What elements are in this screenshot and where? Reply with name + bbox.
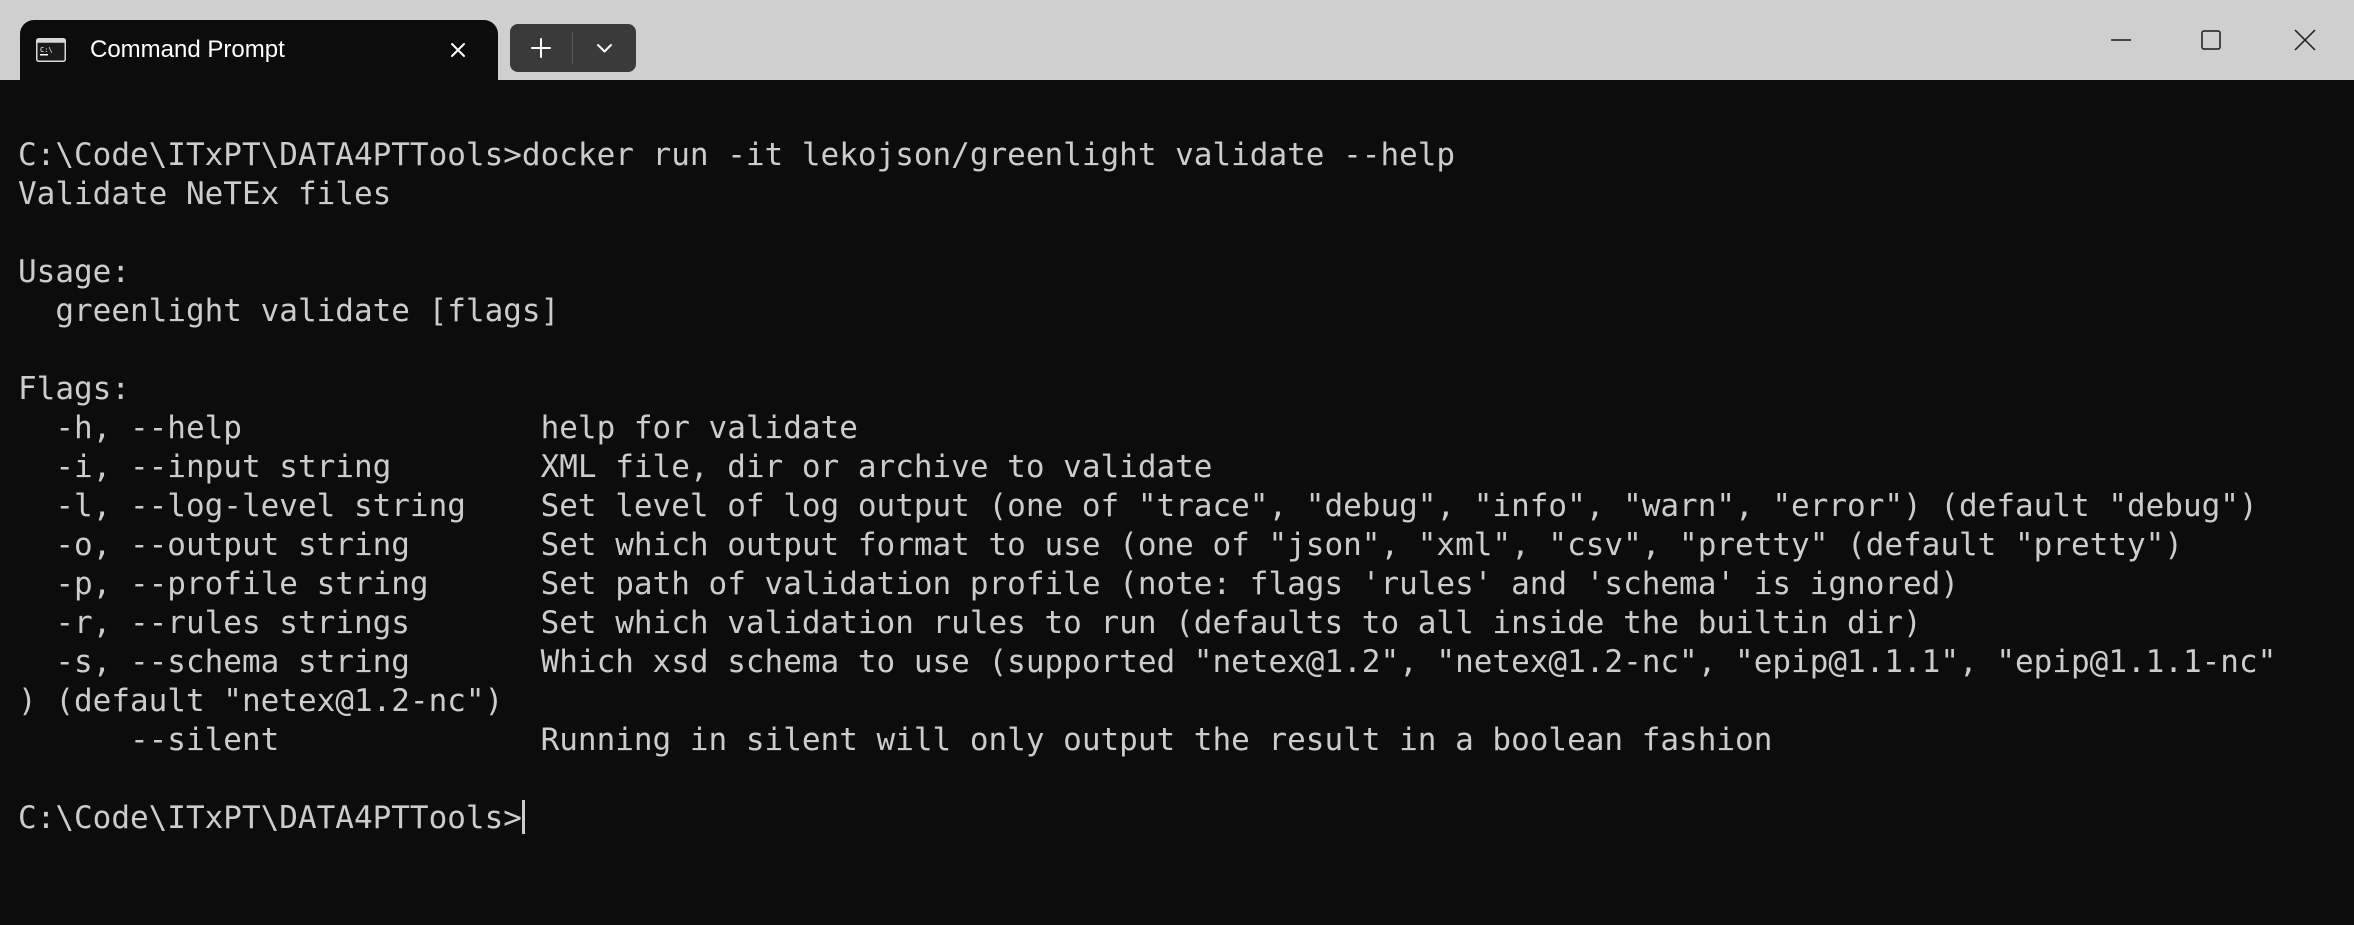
terminal-prompt-line[interactable]: C:\Code\ITxPT\DATA4PTTools> (18, 799, 525, 838)
terminal-window: C:\ Command Prompt C:\Code\ITxPT\DATA4PT… (0, 0, 2354, 925)
terminal-output[interactable]: C:\Code\ITxPT\DATA4PTTools>docker run -i… (0, 80, 2354, 925)
close-icon (451, 43, 465, 57)
terminal-line: greenlight validate [flags] (18, 293, 560, 329)
new-tab-group (510, 24, 636, 72)
tab-dropdown-button[interactable] (573, 24, 636, 72)
minimize-icon (2111, 39, 2131, 41)
terminal-prompt: C:\Code\ITxPT\DATA4PTTools> (18, 800, 522, 836)
tab-command-prompt[interactable]: C:\ Command Prompt (20, 20, 498, 80)
terminal-line: --silent Running in silent will only out… (18, 722, 1773, 758)
plus-icon (531, 38, 551, 58)
terminal-line: -i, --input string XML file, dir or arch… (18, 449, 1213, 485)
chevron-down-icon (597, 44, 612, 53)
tab-close-button[interactable] (442, 34, 474, 66)
maximize-icon (2201, 30, 2221, 50)
svg-text:C:\: C:\ (40, 46, 53, 54)
tab-title: Command Prompt (90, 36, 285, 63)
new-tab-button[interactable] (510, 24, 572, 72)
terminal-line: ) (default "netex@1.2-nc") (18, 683, 504, 719)
text-cursor (521, 800, 525, 834)
terminal-line: -l, --log-level string Set level of log … (18, 488, 2258, 524)
terminal-line: -s, --schema string Which xsd schema to … (18, 644, 2277, 680)
terminal-line: Usage: (18, 254, 130, 290)
title-bar[interactable]: C:\ Command Prompt (0, 0, 2354, 80)
terminal-line: Validate NeTEx files (18, 176, 392, 212)
terminal-line: C:\Code\ITxPT\DATA4PTTools>docker run -i… (18, 137, 1456, 173)
terminal-line: -r, --rules strings Set which validation… (18, 605, 1922, 641)
command-prompt-icon: C:\ (36, 38, 66, 62)
terminal-line: -h, --help help for validate (18, 410, 858, 446)
minimize-button[interactable] (2076, 4, 2166, 76)
close-window-button[interactable] (2260, 4, 2350, 76)
terminal-line: Flags: (18, 371, 130, 407)
maximize-button[interactable] (2166, 4, 2256, 76)
terminal-line: -p, --profile string Set path of validat… (18, 566, 1960, 602)
terminal-line: -o, --output string Set which output for… (18, 527, 2183, 563)
close-icon (2294, 29, 2316, 51)
